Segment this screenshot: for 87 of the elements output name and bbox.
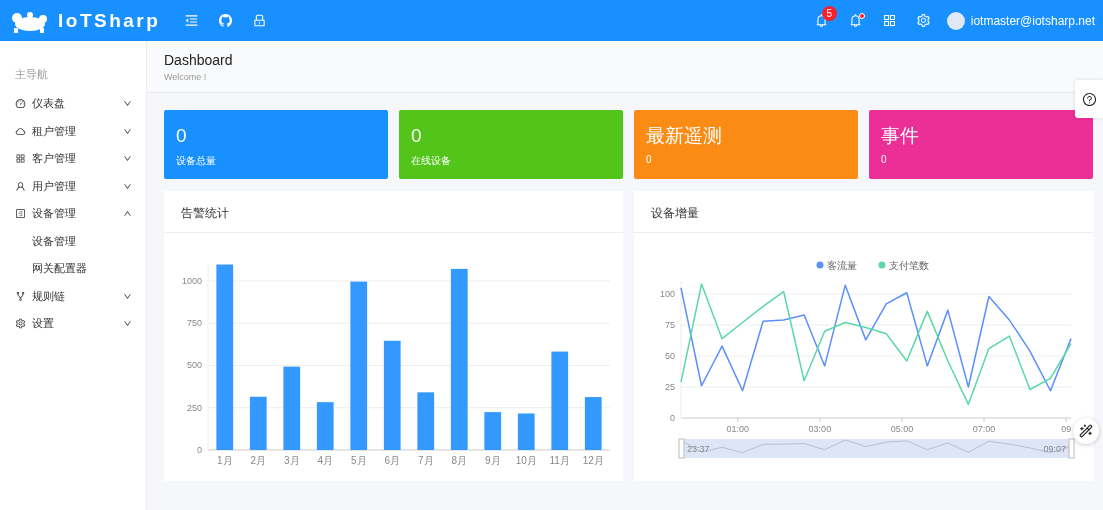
bar	[584, 397, 602, 450]
axis-label: 10月	[515, 455, 537, 466]
axis-label: 0	[670, 413, 675, 423]
help-icon	[1081, 91, 1097, 107]
menu-item[interactable]: 设置	[0, 310, 146, 338]
legend-label: 客流量	[827, 260, 857, 271]
grid-icon[interactable]	[882, 13, 898, 28]
stat-headline: 最新遥测	[646, 124, 723, 148]
github-icon[interactable]	[217, 13, 233, 28]
card-title: 设备增量	[634, 191, 1093, 233]
gauge-icon	[15, 98, 26, 110]
nav-group-label: 主导航	[14, 67, 49, 82]
axis-label: 09	[1061, 424, 1072, 434]
bar	[417, 392, 435, 450]
cloud-icon	[15, 125, 26, 137]
menu-label: 租户管理	[32, 123, 77, 139]
menu-item[interactable]: 客户管理	[0, 145, 146, 173]
menu-label: 设备管理	[32, 206, 77, 222]
axis-label: 75	[665, 320, 675, 330]
axis-label: 25	[665, 382, 675, 392]
axis-label: 3月	[283, 455, 300, 466]
brand-name: IoTSharp	[58, 9, 161, 32]
menu-fold-icon[interactable]	[183, 13, 199, 28]
axis-label: 0	[197, 445, 202, 455]
menu-label: 用户管理	[32, 178, 77, 194]
bar	[517, 413, 535, 450]
help-button[interactable]	[1075, 80, 1103, 118]
settings-icon	[15, 318, 26, 330]
menu-item[interactable]: 租户管理	[0, 117, 146, 145]
menu-item[interactable]: 用户管理	[0, 172, 146, 200]
axis-label: 07:00	[972, 424, 996, 434]
axis-label: 250	[186, 402, 202, 413]
menu-item[interactable]: 设备管理	[0, 200, 146, 228]
stat-headline: 事件	[881, 124, 920, 148]
menu-label: 客户管理	[32, 151, 77, 167]
zoom-slider[interactable]	[678, 438, 1075, 459]
axis-label: 5月	[350, 455, 367, 466]
settings-icon[interactable]	[916, 13, 932, 28]
avatar[interactable]	[946, 11, 965, 30]
stat-caption: 设备总量	[176, 154, 217, 168]
stat-caption: 0	[881, 154, 888, 165]
card-title: 告警统计	[164, 191, 623, 233]
axis-label: 2月	[250, 455, 267, 466]
range-label: 09:07	[1043, 444, 1066, 454]
axis-label: 9月	[484, 455, 501, 466]
fork-icon	[15, 290, 26, 302]
stat-caption: 0	[646, 154, 653, 165]
axis-label: 100	[659, 289, 675, 299]
axis-label: 7月	[417, 455, 434, 466]
axis-label: 8月	[451, 455, 468, 466]
submenu-item[interactable]: 网关配置器	[0, 255, 146, 283]
menu-label: 设置	[32, 316, 55, 332]
menu-label: 设备管理	[32, 233, 77, 249]
lock-icon[interactable]	[251, 13, 267, 28]
menu-label: 仪表盘	[32, 96, 66, 112]
axis-label: 03:00	[808, 424, 832, 434]
menu-item[interactable]: 仪表盘	[0, 90, 146, 118]
notification-badge: 5	[821, 5, 837, 21]
grid-icon	[15, 153, 26, 165]
axis-label: 50	[665, 351, 675, 361]
menu-item[interactable]: 规则链	[0, 282, 146, 310]
stat-caption: 在线设备	[411, 154, 452, 168]
axis-label: 05:00	[890, 424, 914, 434]
bar	[249, 396, 267, 450]
page-title: Dashboard	[164, 52, 234, 68]
range-label: 23:37	[687, 444, 710, 454]
axis-label: 01:00	[726, 424, 750, 434]
menu-label: 网关配置器	[32, 261, 88, 277]
axis-label: 1月	[216, 455, 233, 466]
legend-label: 支付笔数	[889, 260, 929, 271]
user-icon	[15, 180, 26, 192]
axis-label: 6月	[384, 455, 401, 466]
bar	[484, 412, 502, 450]
list-icon	[15, 208, 26, 220]
menu-label: 规则链	[32, 288, 66, 304]
axis-label: 12月	[582, 455, 604, 466]
submenu-item[interactable]: 设备管理	[0, 227, 146, 255]
page-subtitle: Welcome !	[164, 72, 208, 82]
stat-headline: 0	[176, 124, 188, 148]
bar	[316, 402, 334, 450]
axis-label: 4月	[317, 455, 334, 466]
axis-label: 500	[186, 360, 202, 371]
axis-label: 11月	[549, 455, 570, 466]
stat-headline: 0	[411, 124, 423, 148]
axis-label: 750	[186, 318, 202, 329]
axis-label: 1000	[181, 275, 202, 286]
wand-icon	[1079, 424, 1093, 438]
